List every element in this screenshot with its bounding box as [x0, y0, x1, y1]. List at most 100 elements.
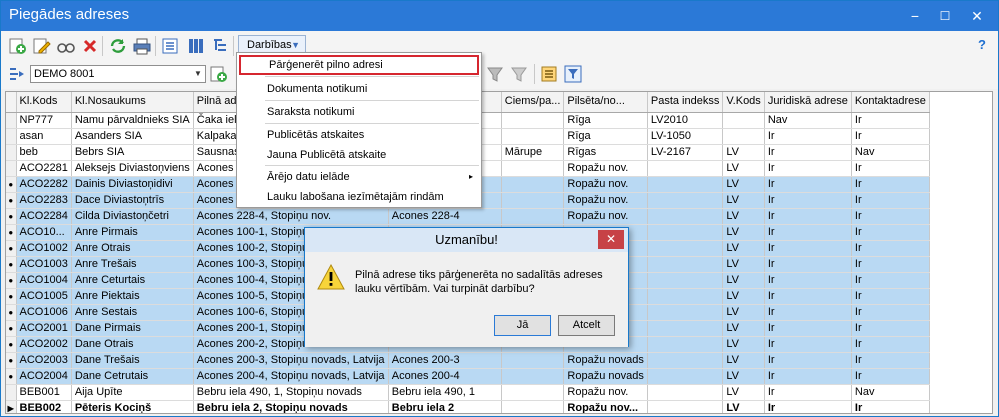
table-cell[interactable]: Cilda Diviastoņčetri [71, 208, 194, 225]
table-cell[interactable]: NP777 [16, 112, 72, 129]
entity-select[interactable]: DEMO 8001 ▼ [30, 65, 206, 83]
filter-icon[interactable] [486, 65, 504, 83]
table-cell[interactable]: Acones 228-4 [388, 208, 502, 225]
table-cell[interactable]: Ir [851, 240, 930, 257]
table-cell[interactable]: LV [722, 240, 765, 257]
table-cell[interactable]: Rīgas [563, 144, 648, 161]
minimize-button[interactable]: − [900, 1, 930, 31]
table-cell[interactable]: ACO2283 [16, 192, 72, 209]
table-cell[interactable]: asan [16, 128, 72, 145]
table-cell[interactable]: Pēteris Kociņš [71, 400, 194, 413]
table-cell[interactable]: Namu pārvaldnieks SIA [71, 112, 194, 129]
table-row[interactable]: ▶ BEB002 Pēteris Kociņš Bebru iela 2, Stopi… [6, 400, 930, 413]
table-cell[interactable] [647, 304, 724, 321]
table-cell[interactable]: Anre Otrais [71, 240, 194, 257]
dialog-close-button[interactable]: ✕ [598, 230, 624, 249]
table-cell[interactable]: Anre Piektais [71, 288, 194, 305]
table-cell[interactable]: Acones 200-4 [388, 368, 502, 385]
table-cell[interactable] [501, 160, 565, 177]
table-cell[interactable]: Aija Upīte [71, 384, 194, 401]
table-cell[interactable]: ACO10... [16, 224, 72, 241]
maximize-button[interactable]: ☐ [930, 1, 960, 31]
table-cell[interactable] [647, 256, 724, 273]
table-cell[interactable] [647, 336, 724, 353]
table-cell[interactable]: LV [722, 384, 765, 401]
table-cell[interactable]: LV [722, 320, 765, 337]
table-cell[interactable] [647, 400, 724, 413]
table-cell[interactable]: ACO1006 [16, 304, 72, 321]
table-cell[interactable]: Nav [851, 144, 930, 161]
table-cell[interactable]: Ir [764, 128, 852, 145]
table-cell[interactable]: Ir [764, 304, 852, 321]
table-cell[interactable]: ACO1003 [16, 256, 72, 273]
table-cell[interactable]: Ir [764, 256, 852, 273]
table-cell[interactable]: Bebru iela 2 [388, 400, 502, 413]
table-cell[interactable]: LV [722, 368, 765, 385]
menu-item-bulk-edit-fields[interactable]: Lauku labošana iezīmētajām rindām [237, 187, 481, 207]
table-cell[interactable] [647, 208, 724, 225]
table-cell[interactable]: LV-1050 [647, 128, 724, 145]
table-cell[interactable]: LV [722, 160, 765, 177]
table-cell[interactable]: Ropažu novads [563, 368, 648, 385]
table-cell[interactable] [501, 192, 565, 209]
table-cell[interactable]: Ir [851, 272, 930, 289]
table-cell[interactable]: ACO2003 [16, 352, 72, 369]
table-cell[interactable]: beb [16, 144, 72, 161]
table-cell[interactable]: Ir [851, 336, 930, 353]
table-cell[interactable] [501, 208, 565, 225]
table-cell[interactable] [647, 288, 724, 305]
table-cell[interactable]: Acones 200-3, Stopiņu novads, Latvija [193, 352, 389, 369]
table-cell[interactable]: ACO2004 [16, 368, 72, 385]
filter-add-icon[interactable] [8, 65, 26, 83]
table-cell[interactable]: ACO1004 [16, 272, 72, 289]
table-cell[interactable] [501, 400, 565, 413]
row-indicator[interactable] [6, 128, 17, 145]
print-icon[interactable] [133, 37, 151, 55]
settings-icon[interactable] [540, 65, 558, 83]
table-cell[interactable]: Ropažu novads [563, 352, 648, 369]
table-cell[interactable]: Ir [764, 208, 852, 225]
table-cell[interactable]: Ir [851, 368, 930, 385]
add-icon[interactable] [9, 37, 27, 55]
table-cell[interactable]: Ir [764, 352, 852, 369]
table-cell[interactable]: Ir [851, 256, 930, 273]
row-indicator[interactable]: ● [6, 240, 17, 257]
row-indicator[interactable]: ● [6, 352, 17, 369]
table-cell[interactable]: Nav [764, 112, 852, 129]
table-cell[interactable]: Ir [764, 400, 852, 413]
edit-icon[interactable] [33, 37, 51, 55]
table-cell[interactable]: Ir [851, 176, 930, 193]
row-indicator[interactable]: ● [6, 368, 17, 385]
menu-item-regenerate-address[interactable]: Pārģenerēt pilno adresi [239, 55, 479, 75]
table-cell[interactable]: Dane Cetrutais [71, 368, 194, 385]
table-cell[interactable]: Ir [764, 160, 852, 177]
yes-button[interactable]: Jā [494, 315, 551, 336]
table-cell[interactable]: Ir [851, 192, 930, 209]
table-cell[interactable]: Ir [764, 384, 852, 401]
table-cell[interactable]: ACO2284 [16, 208, 72, 225]
cancel-button[interactable]: Atcelt [558, 315, 615, 336]
delete-icon[interactable] [81, 37, 99, 55]
table-cell[interactable] [647, 384, 724, 401]
row-indicator[interactable]: ● [6, 320, 17, 337]
column-header[interactable]: Kl.Nosaukums [71, 92, 194, 113]
table-cell[interactable]: Ir [851, 320, 930, 337]
table-cell[interactable]: Dane Pirmais [71, 320, 194, 337]
table-cell[interactable]: LV-2167 [647, 144, 724, 161]
column-header[interactable]: Pilsēta/no... [563, 92, 648, 113]
help-icon[interactable]: ? [978, 37, 986, 52]
list-icon[interactable] [161, 37, 179, 55]
table-cell[interactable]: Mārupe [501, 144, 565, 161]
table-cell[interactable]: Anre Ceturtais [71, 272, 194, 289]
table-cell[interactable]: ACO1005 [16, 288, 72, 305]
table-cell[interactable] [647, 176, 724, 193]
menu-item-document-events[interactable]: Dokumenta notikumi [237, 79, 481, 99]
table-cell[interactable]: Ir [851, 352, 930, 369]
table-cell[interactable]: Acones 200-3 [388, 352, 502, 369]
table-cell[interactable]: ACO2001 [16, 320, 72, 337]
table-cell[interactable]: Ir [764, 144, 852, 161]
funnel-icon[interactable] [564, 65, 582, 83]
table-cell[interactable]: Ir [851, 160, 930, 177]
table-cell[interactable]: ACO2281 [16, 160, 72, 177]
table-cell[interactable]: Dainis Diviastoņidivi [71, 176, 194, 193]
